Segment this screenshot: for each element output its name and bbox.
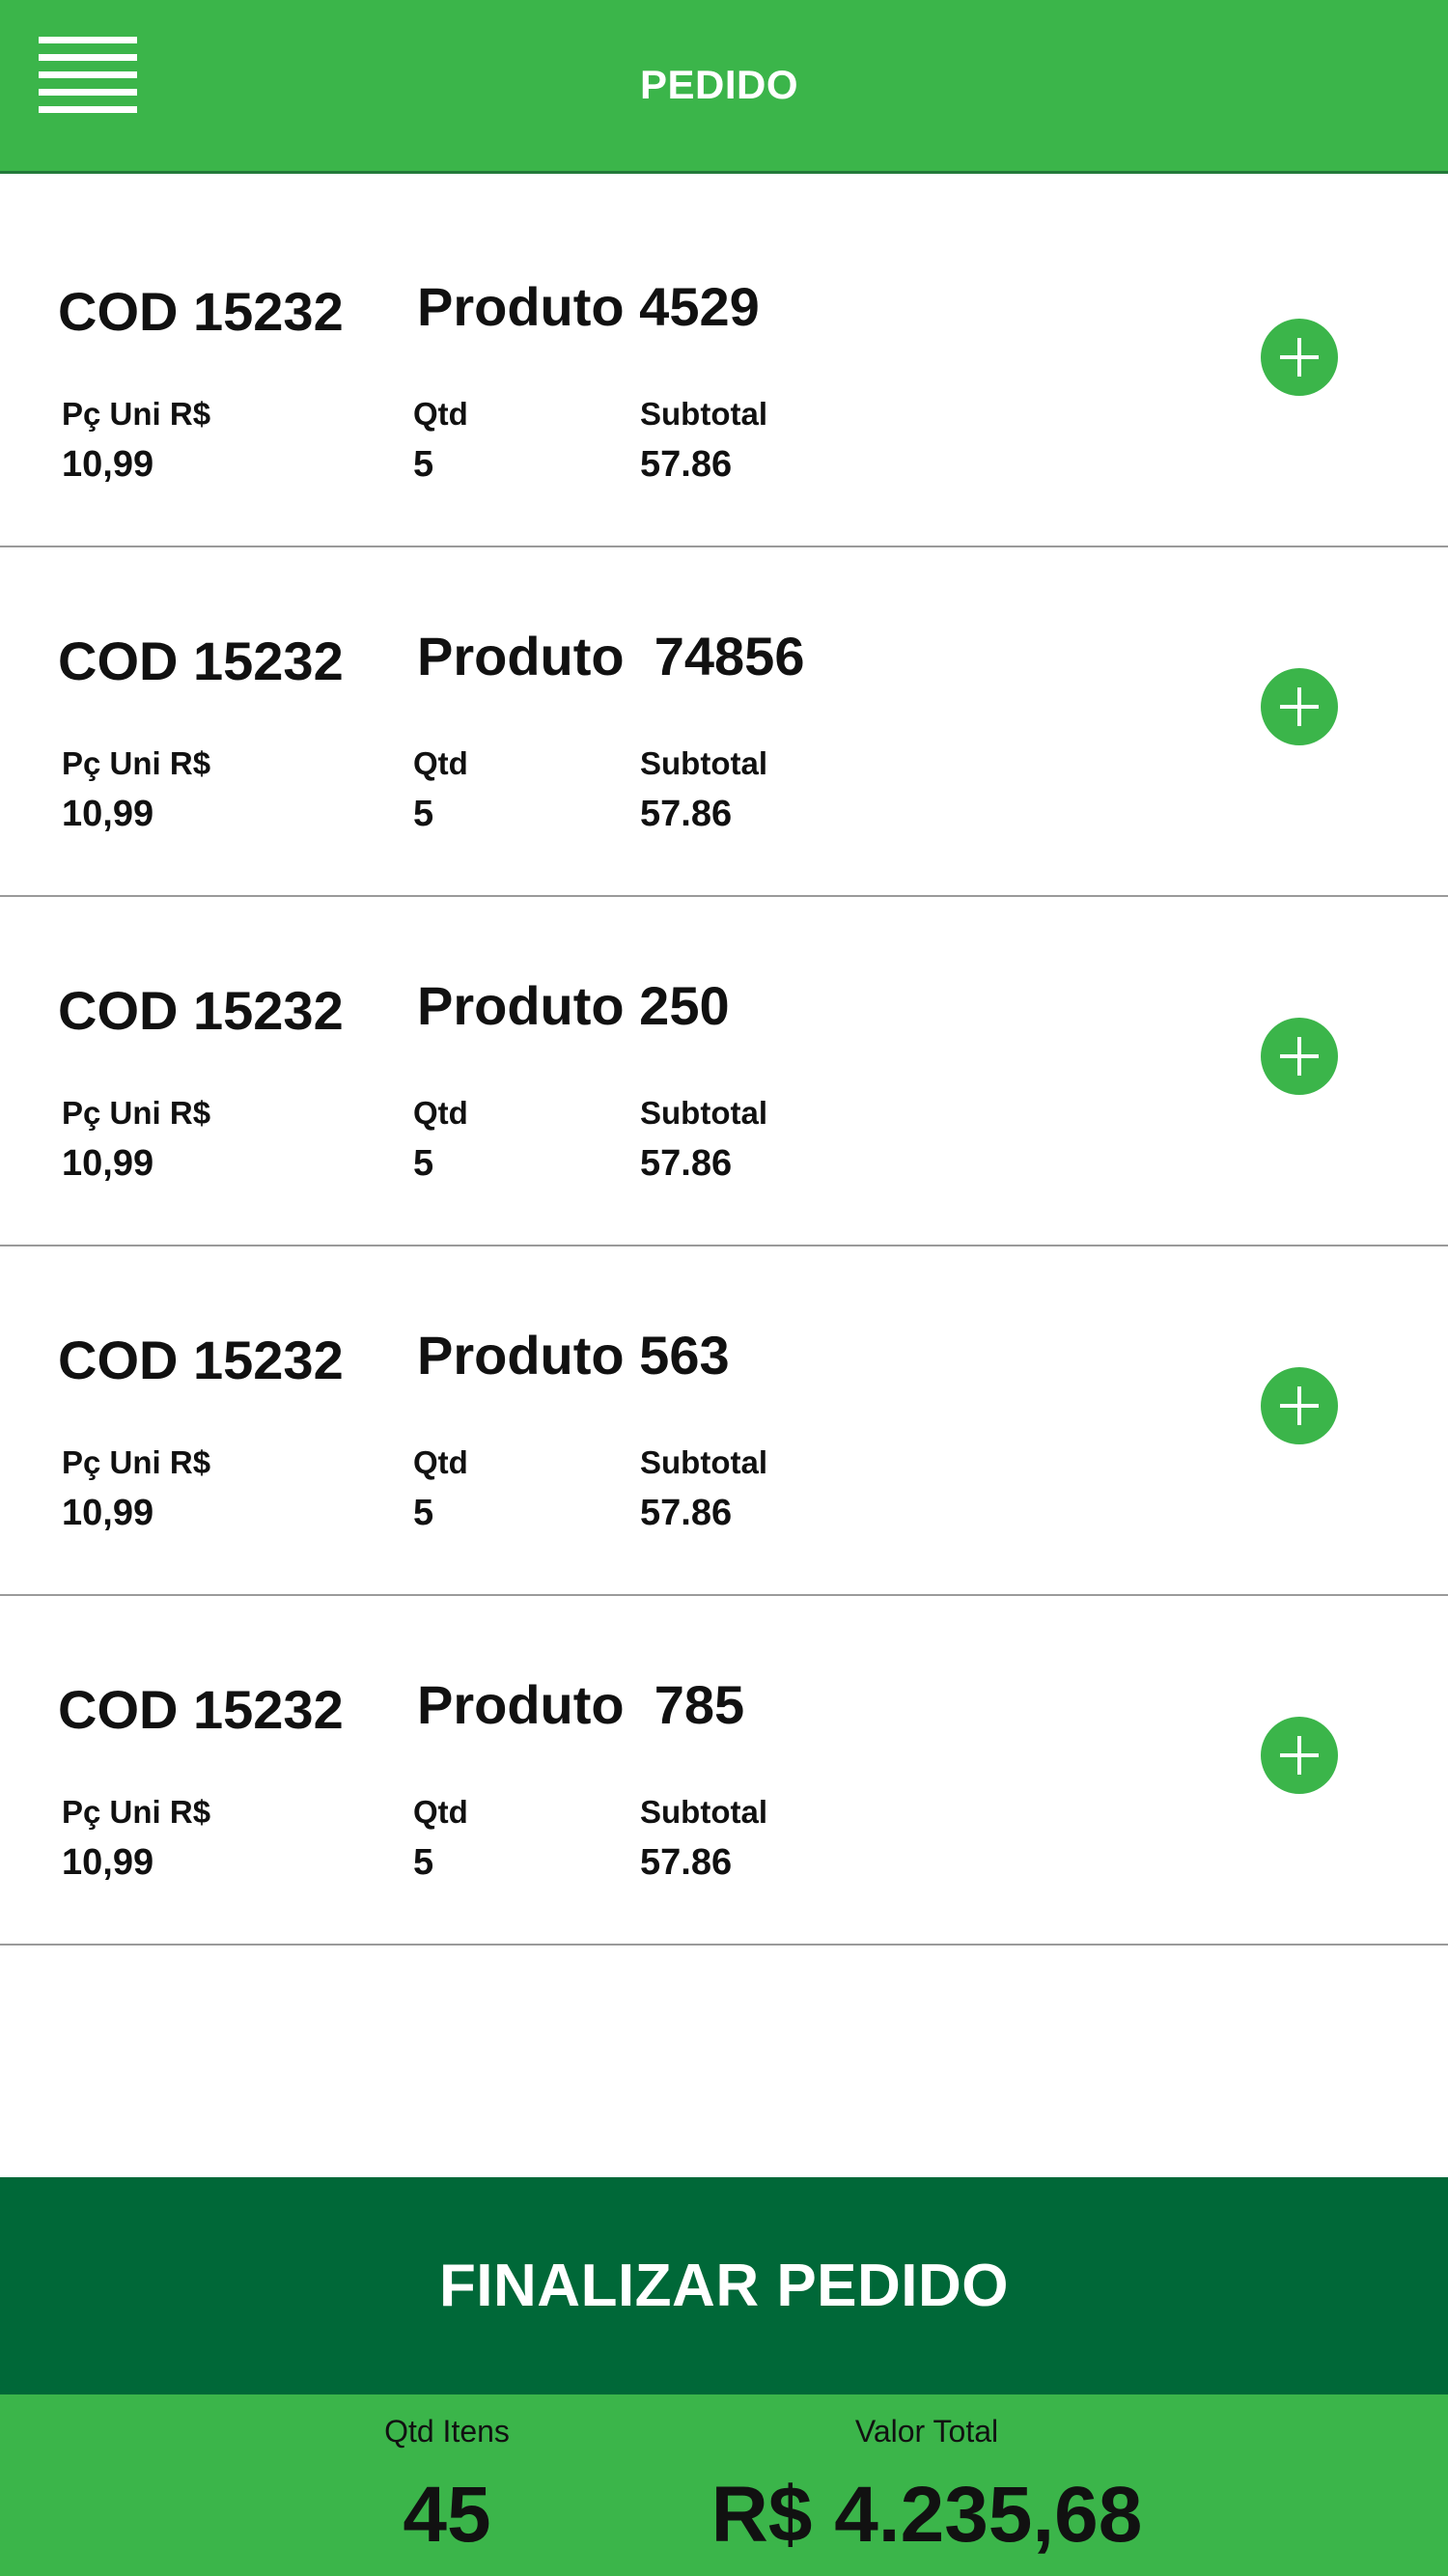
quantity-label: Qtd: [413, 745, 468, 781]
unit-price-value: 10,99: [62, 1493, 154, 1533]
order-items-list: COD 15232 Produto 4529 Pç Uni R$ Qtd Sub…: [0, 198, 1448, 1946]
plus-vertical-stroke: [1297, 1386, 1301, 1425]
item-product-name: Produto 785: [417, 1674, 745, 1735]
subtotal-value: 57.86: [640, 1842, 733, 1883]
unit-price-label: Pç Uni R$: [62, 1444, 211, 1480]
item-code: COD 15232: [58, 1330, 344, 1390]
plus-vertical-stroke: [1297, 338, 1301, 377]
unit-price-label: Pç Uni R$: [62, 745, 211, 781]
item-code: COD 15232: [58, 980, 344, 1041]
total-value-label: Valor Total: [854, 2414, 999, 2449]
unit-price-value: 10,99: [62, 1143, 154, 1184]
total-value-amount: R$ 4.235,68: [710, 2471, 1143, 2559]
order-item-row: COD 15232 Produto 4529 Pç Uni R$ Qtd Sub…: [0, 198, 1448, 547]
subtotal-label: Subtotal: [640, 1444, 767, 1480]
order-screen: PEDIDO COD 15232 Produto 4529 Pç Uni R$ …: [0, 0, 1448, 2576]
total-quantity-value: 45: [403, 2471, 491, 2559]
app-header: PEDIDO: [0, 0, 1448, 174]
item-code: COD 15232: [58, 281, 344, 342]
plus-vertical-stroke: [1297, 1037, 1301, 1076]
subtotal-label: Subtotal: [640, 1794, 767, 1830]
subtotal-value: 57.86: [640, 444, 733, 485]
add-item-plus-icon[interactable]: [1261, 1717, 1338, 1794]
quantity-value: 5: [413, 1842, 434, 1883]
finalize-order-button[interactable]: FINALIZAR PEDIDO: [0, 2177, 1448, 2394]
unit-price-value: 10,99: [62, 1842, 154, 1883]
unit-price-label: Pç Uni R$: [62, 1794, 211, 1830]
quantity-value: 5: [413, 1143, 434, 1184]
order-item-row: COD 15232 Produto 785 Pç Uni R$ Qtd Subt…: [0, 1596, 1448, 1946]
subtotal-label: Subtotal: [640, 396, 767, 432]
quantity-value: 5: [413, 1493, 434, 1533]
item-product-name: Produto 250: [417, 975, 730, 1036]
unit-price-value: 10,99: [62, 444, 154, 485]
unit-price-label: Pç Uni R$: [62, 396, 211, 432]
add-item-plus-icon[interactable]: [1261, 319, 1338, 396]
order-item-row: COD 15232 Produto 563 Pç Uni R$ Qtd Subt…: [0, 1246, 1448, 1596]
add-item-plus-icon[interactable]: [1261, 1018, 1338, 1095]
subtotal-value: 57.86: [640, 1493, 733, 1533]
item-product-name: Produto 563: [417, 1325, 730, 1386]
item-product-name: Produto 74856: [417, 626, 805, 686]
item-code: COD 15232: [58, 630, 344, 691]
quantity-label: Qtd: [413, 1794, 468, 1830]
plus-vertical-stroke: [1297, 687, 1301, 726]
subtotal-label: Subtotal: [640, 745, 767, 781]
subtotal-label: Subtotal: [640, 1095, 767, 1131]
quantity-label: Qtd: [413, 1444, 468, 1480]
order-summary-footer: Qtd Itens 45 Valor Total R$ 4.235,68: [0, 2394, 1448, 2576]
total-quantity-label: Qtd Itens: [384, 2414, 510, 2449]
order-item-row: COD 15232 Produto 74856 Pç Uni R$ Qtd Su…: [0, 547, 1448, 897]
plus-vertical-stroke: [1297, 1736, 1301, 1775]
add-item-plus-icon[interactable]: [1261, 668, 1338, 745]
add-item-plus-icon[interactable]: [1261, 1367, 1338, 1444]
item-code: COD 15232: [58, 1679, 344, 1740]
quantity-label: Qtd: [413, 1095, 468, 1131]
quantity-value: 5: [413, 444, 434, 485]
subtotal-value: 57.86: [640, 794, 733, 834]
subtotal-value: 57.86: [640, 1143, 733, 1184]
quantity-label: Qtd: [413, 396, 468, 432]
quantity-value: 5: [413, 794, 434, 834]
unit-price-value: 10,99: [62, 794, 154, 834]
page-title: PEDIDO: [639, 62, 799, 107]
item-product-name: Produto 4529: [417, 276, 760, 337]
order-item-row: COD 15232 Produto 250 Pç Uni R$ Qtd Subt…: [0, 897, 1448, 1246]
unit-price-label: Pç Uni R$: [62, 1095, 211, 1131]
